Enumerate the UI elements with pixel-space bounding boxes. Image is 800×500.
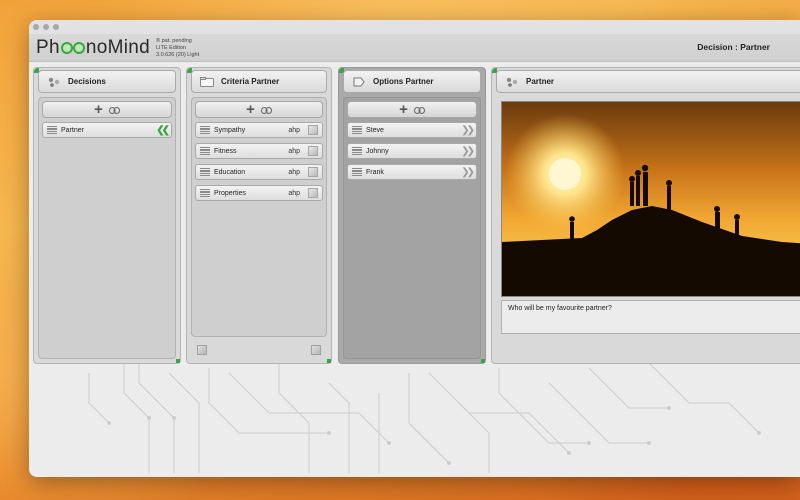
options-panel: Options Partner + Steve ❯❯ Johnny ❯❯ Fra… [338, 67, 486, 364]
edition-label: LITE Edition [156, 45, 186, 51]
zoom-window-button[interactable] [53, 24, 59, 30]
criteria-footer-right-square-icon[interactable] [311, 345, 321, 355]
decisions-header[interactable]: Decisions [38, 70, 176, 93]
decisions-panel: Decisions + Partner ❮❮ [33, 67, 181, 364]
drag-handle-icon[interactable] [47, 125, 57, 135]
options-list: + Steve ❯❯ Johnny ❯❯ Frank ❯❯ [343, 97, 481, 359]
option-label: Johnny [366, 147, 389, 155]
option-label: Frank [366, 168, 384, 176]
detail-body: Who will be my favourite partner? [496, 97, 800, 359]
title-bar[interactable] [29, 20, 800, 34]
criteria-title: Criteria Partner [221, 77, 280, 86]
add-option-bar[interactable]: + [347, 101, 477, 118]
panel-corner-marker [481, 359, 485, 363]
criterion-row[interactable]: Properties ahp [195, 185, 323, 201]
add-criterion-bar[interactable]: + [195, 101, 323, 118]
double-chevron-right-icon[interactable]: ❯❯ [461, 146, 475, 157]
current-decision-title: Decision : Partner [697, 42, 770, 52]
logo-text-right: noMind [85, 37, 150, 58]
criteria-panel: Criteria Partner + Sympathy ahp Fitness … [186, 67, 332, 364]
options-title: Options Partner [373, 77, 434, 86]
double-chevron-left-icon[interactable]: ❮❮ [156, 125, 170, 136]
app-header: Ph noMind ® pat. pending LITE Edition 3.… [29, 34, 800, 62]
drag-handle-icon[interactable] [200, 188, 210, 198]
logo-meta: ® pat. pending LITE Edition 3.0.626 (20)… [156, 38, 199, 59]
criterion-label: Fitness [214, 147, 237, 155]
option-label: Steve [366, 126, 384, 134]
decision-label: Partner [61, 126, 84, 134]
detail-panel: Partner Who will be my favourite partner… [491, 67, 800, 364]
workspace: Decisions + Partner ❮❮ Criteria Partner … [29, 63, 800, 477]
option-row[interactable]: Steve ❯❯ [347, 122, 477, 138]
add-decision-bar[interactable]: + [42, 101, 172, 118]
link-icon[interactable] [260, 101, 272, 119]
panel-corner-marker [327, 359, 331, 363]
detail-header[interactable]: Partner [496, 70, 800, 93]
criteria-header[interactable]: Criteria Partner [191, 70, 327, 93]
criterion-row[interactable]: Education ahp [195, 164, 323, 180]
weight-square-icon[interactable] [308, 146, 318, 156]
decision-row-partner[interactable]: Partner ❮❮ [42, 122, 172, 138]
option-row[interactable]: Frank ❯❯ [347, 164, 477, 180]
criterion-method: ahp [288, 168, 300, 176]
silhouette-image [502, 102, 800, 296]
folder-icon [200, 76, 214, 87]
double-chevron-right-icon[interactable]: ❯❯ [461, 167, 475, 178]
plus-icon[interactable]: + [94, 102, 103, 117]
drag-handle-icon[interactable] [352, 167, 362, 177]
criterion-row[interactable]: Fitness ahp [195, 143, 323, 159]
criterion-label: Sympathy [214, 126, 246, 134]
link-icon[interactable] [413, 101, 425, 119]
plus-icon[interactable]: + [399, 102, 408, 117]
drag-handle-icon[interactable] [352, 125, 362, 135]
link-icon[interactable] [108, 101, 120, 119]
panel-corner-marker [176, 359, 180, 363]
drag-handle-icon[interactable] [200, 125, 210, 135]
criterion-row[interactable]: Sympathy ahp [195, 122, 323, 138]
decisions-list: + Partner ❮❮ [38, 97, 176, 359]
drag-handle-icon[interactable] [352, 146, 362, 156]
criterion-method: ahp [288, 189, 300, 197]
weight-square-icon[interactable] [308, 167, 318, 177]
criterion-label: Properties [214, 189, 246, 197]
criteria-list: + Sympathy ahp Fitness ahp Education ahp… [191, 97, 327, 337]
criteria-footer-left-square-icon[interactable] [197, 345, 207, 355]
double-chevron-right-icon[interactable]: ❯❯ [461, 125, 475, 136]
criterion-method: ahp [288, 126, 300, 134]
logo-eyes-icon [60, 42, 85, 54]
minimize-window-button[interactable] [43, 24, 49, 30]
detail-title: Partner [526, 77, 555, 86]
options-header[interactable]: Options Partner [343, 70, 481, 93]
close-window-button[interactable] [33, 24, 39, 30]
decisions-icon [47, 77, 61, 87]
weight-square-icon[interactable] [308, 125, 318, 135]
criterion-method: ahp [288, 147, 300, 155]
logo-text-left: Ph [36, 37, 60, 58]
drag-handle-icon[interactable] [200, 167, 210, 177]
sunset-photo[interactable] [501, 101, 800, 297]
decisions-title: Decisions [68, 77, 106, 86]
drag-handle-icon[interactable] [200, 146, 210, 156]
option-row[interactable]: Johnny ❯❯ [347, 143, 477, 159]
app-window: Ph noMind ® pat. pending LITE Edition 3.… [29, 20, 800, 477]
app-logo: Ph noMind [36, 37, 150, 59]
decision-description[interactable]: Who will be my favourite partner? [501, 300, 800, 334]
weight-square-icon[interactable] [308, 188, 318, 198]
options-icon [352, 77, 366, 87]
version-label: 3.0.626 (20) Light [156, 52, 200, 58]
criterion-label: Education [214, 168, 246, 176]
detail-icon [505, 77, 519, 87]
patent-note: ® pat. pending [156, 38, 192, 44]
plus-icon[interactable]: + [246, 102, 255, 117]
